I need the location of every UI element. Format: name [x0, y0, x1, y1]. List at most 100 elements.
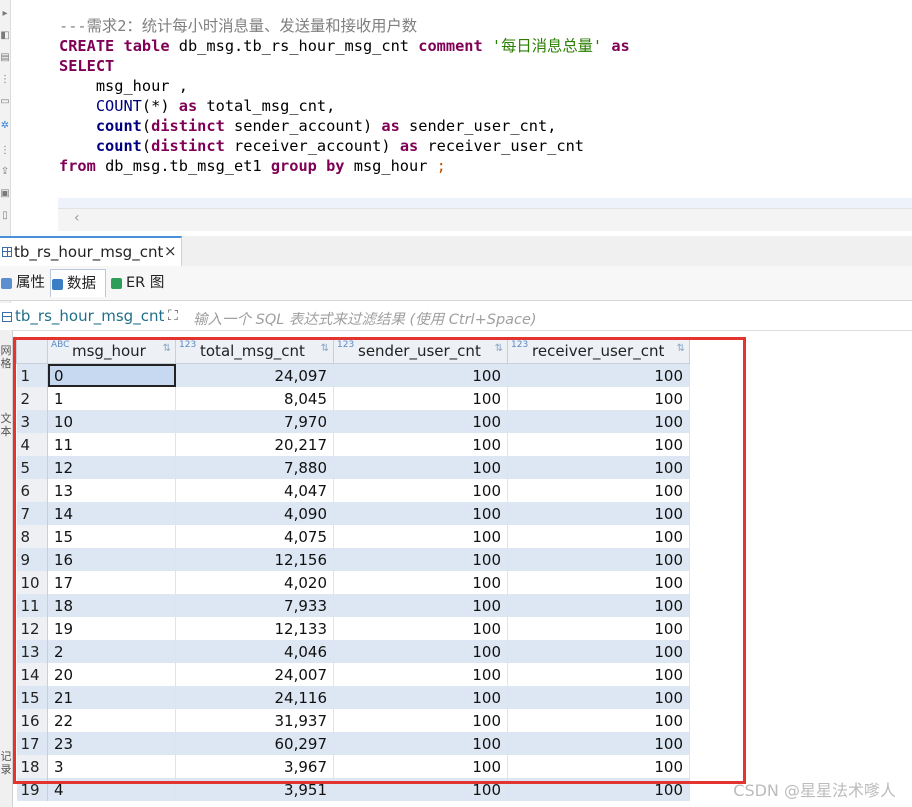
more-icon[interactable]: ⋮: [0, 74, 10, 86]
row-number[interactable]: 19: [16, 778, 48, 801]
side-tab-record[interactable]: 记录: [0, 750, 12, 776]
output-icon[interactable]: ▭: [0, 96, 10, 108]
cell-total-msg-cnt[interactable]: 8,045: [175, 387, 334, 410]
row-number[interactable]: 17: [16, 732, 48, 755]
cell-total-msg-cnt[interactable]: 7,933: [175, 594, 334, 617]
column-header-sender-user-cnt[interactable]: 123 sender_user_cnt ⇅: [333, 338, 508, 364]
cell-total-msg-cnt[interactable]: 12,133: [175, 617, 334, 640]
explain-icon[interactable]: ◧: [0, 30, 10, 42]
cell-msg-hour[interactable]: 15: [47, 525, 176, 548]
cell-msg-hour[interactable]: 18: [47, 594, 176, 617]
cell-sender-user-cnt[interactable]: 100: [333, 594, 508, 617]
cell-receiver-user-cnt[interactable]: 100: [507, 479, 690, 502]
table-row[interactable]: 19 4 3,951 100 100: [16, 778, 690, 801]
cell-sender-user-cnt[interactable]: 100: [333, 640, 508, 663]
cell-sender-user-cnt[interactable]: 100: [333, 709, 508, 732]
cell-total-msg-cnt[interactable]: 24,097: [175, 363, 334, 387]
row-number[interactable]: 5: [16, 456, 48, 479]
cell-sender-user-cnt[interactable]: 100: [333, 755, 508, 778]
filter-table-name[interactable]: tb_rs_hour_msg_cnt: [2, 307, 164, 325]
column-header-total-msg-cnt[interactable]: 123 total_msg_cnt ⇅: [175, 338, 334, 364]
cell-receiver-user-cnt[interactable]: 100: [507, 732, 690, 755]
cell-msg-hour[interactable]: 23: [47, 732, 176, 755]
cell-receiver-user-cnt[interactable]: 100: [507, 502, 690, 525]
row-number[interactable]: 12: [16, 617, 48, 640]
cell-sender-user-cnt[interactable]: 100: [333, 663, 508, 686]
cell-msg-hour[interactable]: 16: [47, 548, 176, 571]
table-row[interactable]: 16 22 31,937 100 100: [16, 709, 690, 732]
cell-msg-hour[interactable]: 3: [47, 755, 176, 778]
table-row[interactable]: 14 20 24,007 100 100: [16, 663, 690, 686]
cell-total-msg-cnt[interactable]: 4,075: [175, 525, 334, 548]
editor-hscrollbar[interactable]: ‹: [58, 208, 912, 231]
results-grid[interactable]: ABC msg_hour ⇅ 123 total_msg_cnt ⇅ 123 sender…: [16, 338, 690, 801]
table-row[interactable]: 9 16 12,156 100 100: [16, 548, 690, 571]
cell-receiver-user-cnt[interactable]: 100: [507, 433, 690, 456]
table-row[interactable]: 5 12 7,880 100 100: [16, 456, 690, 479]
cell-sender-user-cnt[interactable]: 100: [333, 525, 508, 548]
row-number[interactable]: 3: [16, 410, 48, 433]
cell-msg-hour[interactable]: 19: [47, 617, 176, 640]
row-number[interactable]: 15: [16, 686, 48, 709]
table-row[interactable]: 10 17 4,020 100 100: [16, 571, 690, 594]
cell-sender-user-cnt[interactable]: 100: [333, 479, 508, 502]
settings-icon[interactable]: ✲: [0, 120, 10, 132]
table-row[interactable]: 8 15 4,075 100 100: [16, 525, 690, 548]
table-row[interactable]: 12 19 12,133 100 100: [16, 617, 690, 640]
cell-msg-hour[interactable]: 12: [47, 456, 176, 479]
table-row[interactable]: 6 13 4,047 100 100: [16, 479, 690, 502]
sort-icon[interactable]: ⇅: [677, 343, 685, 354]
row-number[interactable]: 10: [16, 571, 48, 594]
column-header-msg-hour[interactable]: ABC msg_hour ⇅: [47, 338, 176, 364]
cell-msg-hour[interactable]: 21: [47, 686, 176, 709]
cell-receiver-user-cnt[interactable]: 100: [507, 456, 690, 479]
cell-msg-hour[interactable]: 2: [47, 640, 176, 663]
cell-msg-hour[interactable]: 10: [47, 410, 176, 433]
cell-msg-hour[interactable]: 14: [47, 502, 176, 525]
cell-receiver-user-cnt[interactable]: 100: [507, 387, 690, 410]
row-number[interactable]: 14: [16, 663, 48, 686]
cell-total-msg-cnt[interactable]: 3,967: [175, 755, 334, 778]
scroll-left-icon[interactable]: ‹: [74, 210, 80, 226]
script-icon[interactable]: ▤: [0, 52, 10, 64]
cell-receiver-user-cnt[interactable]: 100: [507, 548, 690, 571]
table-row[interactable]: 7 14 4,090 100 100: [16, 502, 690, 525]
row-number[interactable]: 13: [16, 640, 48, 663]
row-number[interactable]: 1: [16, 363, 48, 387]
row-number[interactable]: 16: [16, 709, 48, 732]
cell-receiver-user-cnt[interactable]: 100: [507, 709, 690, 732]
sql-code[interactable]: ---需求2：统计每小时消息量、发送量和接收用户数 CREATE table d…: [59, 16, 630, 176]
row-number[interactable]: 8: [16, 525, 48, 548]
cell-receiver-user-cnt[interactable]: 100: [507, 594, 690, 617]
sort-icon[interactable]: ⇅: [163, 343, 171, 354]
table-row[interactable]: 13 2 4,046 100 100: [16, 640, 690, 663]
cell-total-msg-cnt[interactable]: 4,047: [175, 479, 334, 502]
export-icon[interactable]: ⇪: [0, 166, 10, 178]
cell-total-msg-cnt[interactable]: 24,007: [175, 663, 334, 686]
cell-receiver-user-cnt[interactable]: 100: [507, 617, 690, 640]
cell-receiver-user-cnt[interactable]: 100: [507, 778, 690, 801]
cell-msg-hour[interactable]: 4: [47, 778, 176, 801]
tab-er-diagram[interactable]: ER 图: [110, 269, 186, 297]
cell-msg-hour[interactable]: 20: [47, 663, 176, 686]
cell-total-msg-cnt[interactable]: 4,020: [175, 571, 334, 594]
column-header-receiver-user-cnt[interactable]: 123 receiver_user_cnt ⇅: [507, 338, 690, 364]
tab-result[interactable]: tb_rs_hour_msg_cnt ×: [0, 236, 182, 266]
cell-total-msg-cnt[interactable]: 7,880: [175, 456, 334, 479]
row-number-header[interactable]: [16, 338, 48, 364]
table-row[interactable]: 2 1 8,045 100 100: [16, 387, 690, 410]
cell-receiver-user-cnt[interactable]: 100: [507, 410, 690, 433]
table-row[interactable]: 15 21 24,116 100 100: [16, 686, 690, 709]
cell-sender-user-cnt[interactable]: 100: [333, 732, 508, 755]
cell-total-msg-cnt[interactable]: 60,297: [175, 732, 334, 755]
cell-total-msg-cnt[interactable]: 20,217: [175, 433, 334, 456]
row-number[interactable]: 9: [16, 548, 48, 571]
file-icon[interactable]: ▯: [0, 210, 10, 222]
cell-sender-user-cnt[interactable]: 100: [333, 433, 508, 456]
cell-receiver-user-cnt[interactable]: 100: [507, 571, 690, 594]
row-number[interactable]: 7: [16, 502, 48, 525]
cell-sender-user-cnt[interactable]: 100: [333, 778, 508, 801]
cell-sender-user-cnt[interactable]: 100: [333, 387, 508, 410]
cell-sender-user-cnt[interactable]: 100: [333, 363, 508, 387]
row-number[interactable]: 6: [16, 479, 48, 502]
